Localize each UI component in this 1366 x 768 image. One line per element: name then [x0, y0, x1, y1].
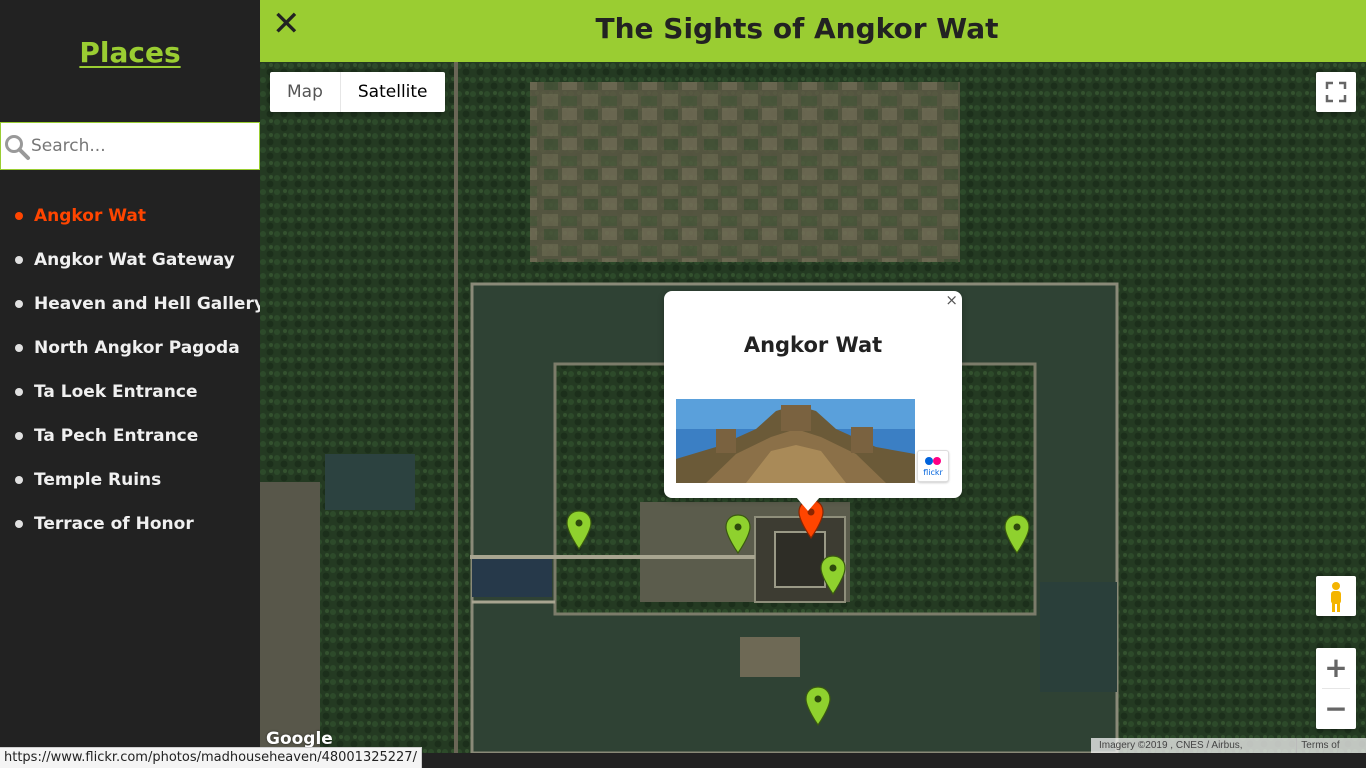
zoom-out-button[interactable]: −: [1316, 689, 1356, 729]
terms-of-use-link[interactable]: Terms of Use: [1296, 738, 1362, 753]
imagery-credit: Imagery ©2019 , CNES / Airbus, DigitalGl…: [1099, 740, 1243, 751]
zoom-in-button[interactable]: +: [1316, 648, 1356, 688]
map-marker-green[interactable]: [1004, 514, 1030, 554]
map-type-satellite-button[interactable]: Satellite: [339, 72, 445, 112]
map-type-map-button[interactable]: Map: [270, 72, 340, 112]
info-window-close-button[interactable]: ×: [945, 291, 958, 309]
map[interactable]: Map Satellite + − × Angkor Wat flickr Go…: [260, 62, 1366, 753]
info-window-tail: [796, 497, 820, 511]
sidebar-title: Places: [79, 36, 181, 69]
search-input[interactable]: [31, 123, 257, 169]
place-item-ta-loek-entrance[interactable]: Ta Loek Entrance: [0, 370, 260, 414]
sidebar: Places Angkor Wat Angkor Wat Gateway Hea…: [0, 0, 265, 768]
place-photo[interactable]: [676, 399, 915, 483]
search-icon: [5, 135, 30, 160]
map-marker-green[interactable]: [820, 555, 846, 595]
flickr-icon: [925, 457, 941, 465]
map-attribution: Imagery ©2019 , CNES / Airbus, DigitalGl…: [1091, 738, 1366, 753]
place-item-angkor-wat-gateway[interactable]: Angkor Wat Gateway: [0, 238, 260, 282]
map-marker-green[interactable]: [566, 510, 592, 550]
place-item-temple-ruins[interactable]: Temple Ruins: [0, 458, 260, 502]
fullscreen-button[interactable]: [1316, 72, 1356, 112]
search-box[interactable]: [0, 122, 260, 170]
info-window: × Angkor Wat flickr: [664, 291, 962, 498]
places-list: Angkor Wat Angkor Wat Gateway Heaven and…: [0, 194, 265, 546]
pegman-icon: [1331, 582, 1341, 612]
zoom-control: + −: [1316, 648, 1356, 729]
map-marker-green[interactable]: [805, 686, 831, 726]
flickr-label: flickr: [923, 468, 943, 477]
place-item-north-angkor-pagoda[interactable]: North Angkor Pagoda: [0, 326, 260, 370]
page-title: The Sights of Angkor Wat: [595, 12, 999, 45]
info-window-title: Angkor Wat: [743, 333, 883, 357]
place-item-ta-pech-entrance[interactable]: Ta Pech Entrance: [0, 414, 260, 458]
place-item-heaven-and-hell-gallery[interactable]: Heaven and Hell Gallery: [0, 282, 265, 326]
place-item-angkor-wat[interactable]: Angkor Wat: [0, 194, 260, 238]
flickr-logo[interactable]: flickr: [917, 450, 949, 482]
map-marker-green[interactable]: [725, 514, 751, 554]
status-bar-url: https://www.flickr.com/photos/madhousehe…: [0, 747, 422, 768]
place-item-terrace-of-honor[interactable]: Terrace of Honor: [0, 502, 260, 546]
google-logo[interactable]: Google: [266, 729, 333, 749]
map-type-control: Map Satellite: [270, 72, 445, 112]
header: ✕ The Sights of Angkor Wat: [260, 0, 1366, 62]
fullscreen-icon: [1325, 81, 1347, 103]
street-view-pegman[interactable]: [1316, 576, 1356, 616]
